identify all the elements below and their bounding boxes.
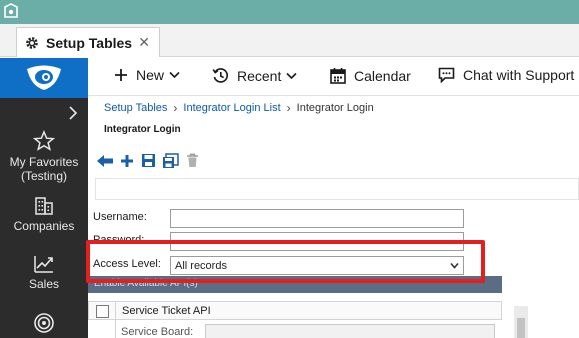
chat-icon xyxy=(438,67,455,83)
tab-setup-tables[interactable]: Setup Tables ✕ xyxy=(16,27,160,57)
breadcrumb: Setup Tables › Integrator Login List › I… xyxy=(104,101,374,115)
vertical-scrollbar[interactable] xyxy=(514,306,528,338)
service-ticket-api-label: Service Ticket API xyxy=(122,305,211,317)
sidebar-item-sales[interactable]: Sales xyxy=(0,254,88,291)
recent-button[interactable]: Recent xyxy=(212,67,297,84)
sidebar-item-companies[interactable]: Companies xyxy=(0,196,88,233)
breadcrumb-separator: › xyxy=(286,101,291,115)
save-and-new-icon xyxy=(163,152,179,168)
list-item: Service Ticket API xyxy=(88,301,502,320)
sidebar-item-label: Sales xyxy=(28,277,60,291)
service-ticket-api-checkbox[interactable] xyxy=(96,305,109,318)
service-board-select[interactable] xyxy=(205,324,495,338)
breadcrumb-current: Integrator Login xyxy=(296,102,374,114)
sidebar-item-label: My Favorites (Testing) xyxy=(9,155,79,183)
sidebar-item-target[interactable] xyxy=(0,312,88,337)
building-icon xyxy=(35,197,53,215)
breadcrumb-setup-tables[interactable]: Setup Tables xyxy=(104,102,167,114)
save-button[interactable] xyxy=(139,152,158,169)
add-button[interactable] xyxy=(117,152,136,169)
back-button[interactable] xyxy=(95,152,114,169)
chat-label: Chat with Support xyxy=(463,67,575,83)
recent-label: Recent xyxy=(237,67,282,84)
calendar-icon xyxy=(330,68,346,84)
annotation-highlight-box xyxy=(86,240,485,283)
calendar-button[interactable]: Calendar xyxy=(330,67,411,84)
plus-icon xyxy=(115,69,127,81)
chevron-down-icon xyxy=(286,72,297,79)
target-icon xyxy=(34,313,54,333)
chevron-right-icon[interactable] xyxy=(65,105,81,121)
add-icon xyxy=(120,154,133,167)
save-icon xyxy=(142,154,155,167)
history-icon xyxy=(212,68,229,83)
top-nav: New Recent Calendar Chat with Support xyxy=(88,58,579,96)
browser-top-strip xyxy=(0,0,579,24)
star-icon xyxy=(33,130,55,151)
tab-bar: Setup Tables ✕ xyxy=(0,24,579,57)
gear-icon xyxy=(26,36,38,49)
sidebar: My Favorites (Testing) Companies Sales xyxy=(0,58,88,338)
chart-icon xyxy=(34,256,53,273)
back-arrow-icon xyxy=(96,154,113,167)
username-label: Username: xyxy=(93,211,147,223)
page-title: Integrator Login xyxy=(104,124,181,135)
chevron-down-icon xyxy=(169,71,180,79)
save-and-new-button[interactable] xyxy=(161,152,180,169)
scrollbar-thumb[interactable] xyxy=(517,318,525,338)
column-divider xyxy=(115,301,116,338)
username-field[interactable] xyxy=(170,209,464,228)
new-label: New xyxy=(136,67,165,83)
delete-icon xyxy=(187,153,198,167)
sidebar-item-favorites[interactable]: My Favorites (Testing) xyxy=(0,130,88,183)
tab-title: Setup Tables xyxy=(46,34,133,51)
app-icon xyxy=(4,3,18,18)
record-toolbar xyxy=(95,152,205,169)
message-bar xyxy=(95,178,579,200)
logo[interactable] xyxy=(0,58,88,98)
delete-button[interactable] xyxy=(183,152,202,169)
service-board-label: Service Board: xyxy=(121,326,194,338)
connectwise-logo-icon xyxy=(27,65,61,90)
sidebar-item-label: Companies xyxy=(13,219,75,233)
breadcrumb-integrator-login-list[interactable]: Integrator Login List xyxy=(183,102,280,114)
chat-support-button[interactable]: Chat with Support xyxy=(438,67,574,83)
api-list: Service Ticket API Service Board: xyxy=(88,301,502,338)
new-button[interactable]: New xyxy=(114,67,180,83)
close-icon[interactable]: ✕ xyxy=(138,34,150,51)
calendar-label: Calendar xyxy=(354,67,411,84)
breadcrumb-separator: › xyxy=(173,101,178,115)
